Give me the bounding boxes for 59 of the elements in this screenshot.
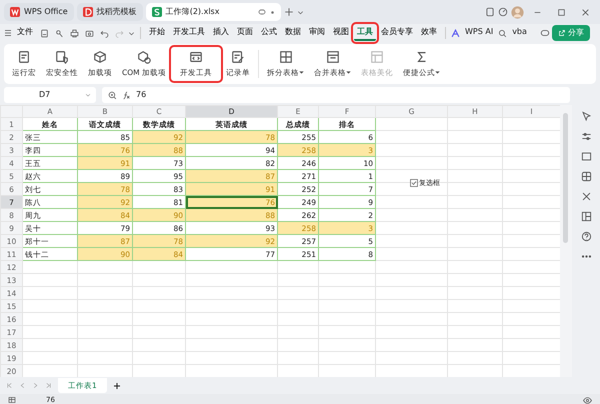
table-icon — [326, 50, 340, 64]
dot-icon — [270, 10, 275, 14]
menu-tab[interactable]: 审阅 — [306, 25, 328, 41]
window-tab[interactable]: 找稻壳模板 — [76, 3, 143, 21]
sheet-icon — [8, 396, 16, 404]
preview-icon[interactable] — [85, 28, 94, 38]
menu-tab[interactable]: 开发工具 — [170, 25, 208, 41]
menu-tab[interactable]: 视图 — [330, 25, 352, 41]
menu-tab[interactable]: 页面 — [234, 25, 256, 41]
formula-field[interactable]: 76 — [102, 87, 570, 103]
grid-icon[interactable] — [580, 171, 592, 182]
zoom-icon — [108, 90, 117, 100]
ai-link[interactable]: WPS AI — [462, 25, 496, 41]
menu-tab[interactable]: 会员专享 — [378, 25, 416, 41]
checkbox-icon[interactable] — [410, 179, 418, 188]
chevron-down-icon[interactable] — [128, 30, 135, 36]
window-tab[interactable]: 工作簿(2).xlsx — [146, 3, 281, 21]
d-logo-icon — [82, 7, 93, 17]
search-icon[interactable] — [498, 28, 508, 38]
save-icon[interactable] — [40, 28, 49, 38]
menu-tab[interactable]: 工具 — [354, 25, 376, 41]
menu-tab[interactable]: 数据 — [282, 25, 304, 41]
sigma-icon — [414, 50, 428, 64]
menu-tab[interactable]: 公式 — [258, 25, 280, 41]
sliders-icon[interactable] — [580, 131, 592, 142]
vertical-scrollbar[interactable] — [560, 105, 572, 377]
help-icon[interactable] — [580, 231, 592, 242]
window-icon[interactable] — [485, 7, 495, 17]
code-window-icon — [189, 50, 203, 64]
form-icon — [231, 50, 245, 64]
w-logo-icon — [10, 7, 20, 17]
plus-icon[interactable] — [112, 382, 121, 390]
layout-icon[interactable] — [580, 211, 592, 222]
share-icon — [558, 29, 566, 37]
ai-logo-icon — [451, 28, 460, 38]
name-box[interactable]: D7 — [4, 87, 96, 103]
file-menu[interactable]: 文件 — [14, 25, 36, 41]
shield-icon — [55, 50, 69, 64]
menu-icon[interactable] — [4, 29, 12, 37]
close-icon[interactable] — [581, 8, 590, 16]
cube-icon — [93, 50, 107, 64]
chevron-down-icon[interactable] — [296, 8, 304, 16]
undo-icon[interactable] — [100, 28, 109, 38]
cursor-icon[interactable] — [580, 111, 592, 122]
maximize-icon[interactable] — [557, 8, 566, 16]
search-text[interactable]: vba — [509, 25, 530, 41]
menu-tab[interactable]: 插入 — [210, 25, 232, 41]
menu-tab[interactable]: 开始 — [146, 25, 168, 41]
eye-icon[interactable] — [583, 396, 592, 404]
window-tab[interactable]: WPS Office — [4, 3, 74, 21]
table-icon — [370, 50, 384, 64]
frame-icon[interactable] — [580, 151, 592, 162]
print-icon[interactable] — [70, 28, 79, 38]
fx-icon — [122, 90, 131, 100]
table-icon — [278, 50, 292, 64]
s-logo-icon — [152, 7, 162, 17]
macro-icon — [17, 50, 31, 64]
menu-tab[interactable]: 效率 — [418, 25, 440, 41]
chevron-down-icon — [85, 92, 91, 98]
